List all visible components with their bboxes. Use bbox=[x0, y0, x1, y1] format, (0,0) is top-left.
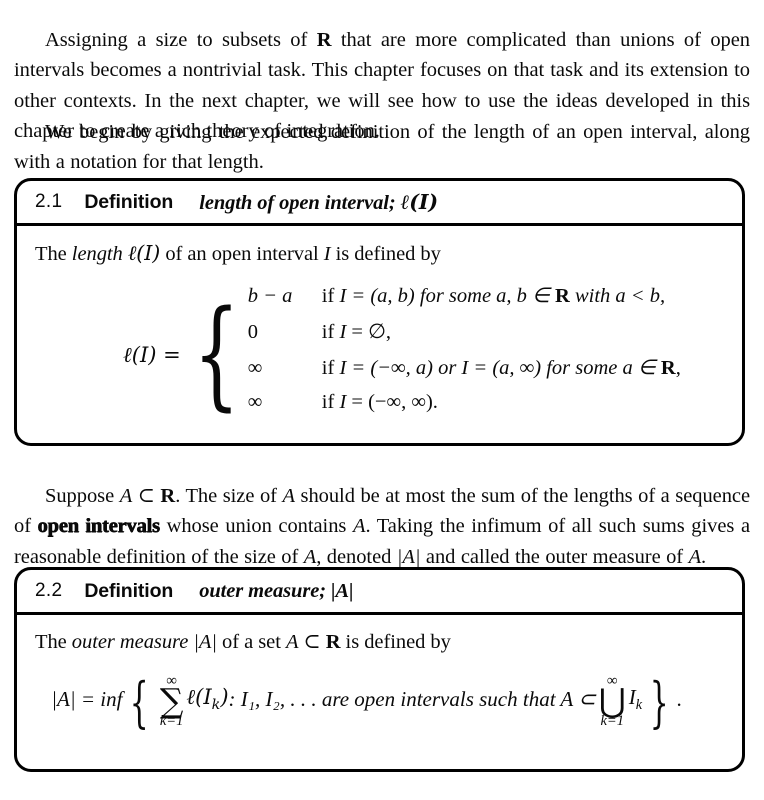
lead-part1: The bbox=[35, 243, 72, 265]
paragraph-we-begin: We begin by giving the expected definiti… bbox=[14, 117, 750, 178]
lead-variable-A: A bbox=[285, 631, 299, 653]
summand-text: ℓ(I bbox=[186, 685, 212, 710]
lead-symbol-abs-A: |A| bbox=[193, 631, 217, 653]
definition-title-symbol: |A| bbox=[331, 579, 354, 602]
definition-title-text: length of open interval; bbox=[199, 191, 401, 214]
piecewise-case: b − a if I = (a, b) for some a, b ∈ R wi… bbox=[248, 283, 681, 319]
symbol-set-A: A bbox=[352, 515, 366, 537]
symbol-set-A: A bbox=[303, 545, 317, 568]
case-condition-if: if bbox=[321, 391, 340, 413]
sigma-icon: ∑ bbox=[159, 681, 184, 720]
definition-title-text: outer measure; bbox=[199, 579, 331, 602]
case-condition-body: = ∅, bbox=[346, 321, 392, 343]
case-condition-body: = (a, b) for some a, b ∈ bbox=[346, 285, 556, 307]
lead-emphasis: outer measure bbox=[71, 631, 194, 653]
piecewise-case: ∞ if I = (−∞, a) or I = (a, ∞) for some … bbox=[248, 355, 681, 391]
lead-part2: of an open interval bbox=[160, 243, 324, 265]
piecewise-case: 0 if I = ∅, bbox=[248, 319, 681, 355]
textbook-page: Assigning a size to subsets of R that ar… bbox=[0, 0, 764, 800]
case-condition: if I = (a, b) for some a, b ∈ R with a <… bbox=[322, 283, 665, 308]
formula-middle-text: : I₁, I₂, . . . are open intervals such … bbox=[228, 687, 596, 711]
paragraph-suppose: Suppose A ⊂ R. The size of A should be a… bbox=[14, 481, 750, 573]
definition-title: outer measure; |A| bbox=[199, 580, 353, 603]
formula-period: . bbox=[676, 687, 682, 711]
case-condition-tail: with a < b, bbox=[569, 285, 666, 307]
symbol-set-A: A bbox=[282, 484, 295, 507]
lead-part1: The bbox=[35, 631, 72, 653]
lead-part3: is defined by bbox=[330, 243, 441, 265]
definition-body-2-2: The outer measure |A| of a set A ⊂ R is … bbox=[17, 615, 742, 734]
definition-box-2-2: 2.2 Definition outer measure; |A| The ou… bbox=[14, 567, 745, 772]
piecewise-formula: ℓ(I) = { b − a if I = (a, b) for some a,… bbox=[35, 283, 724, 427]
symbol-set-A: A bbox=[688, 545, 702, 568]
case-condition-body: = (−∞, ∞). bbox=[346, 391, 438, 413]
case-condition: if I = (−∞, ∞). bbox=[322, 391, 438, 414]
case-condition-R: R bbox=[555, 285, 570, 307]
union-lower-limit: k=1 bbox=[600, 713, 624, 729]
suppose-part1: Suppose bbox=[45, 484, 120, 507]
case-value: ∞ bbox=[247, 357, 263, 379]
definition-title-symbol: ℓ(I) bbox=[400, 189, 438, 214]
symbol-set-A: A bbox=[119, 484, 133, 507]
case-value: b − a bbox=[247, 285, 293, 307]
intro-text-part1: Assigning a size to subsets of bbox=[45, 28, 317, 51]
definition-keyword: Definition bbox=[84, 579, 174, 602]
lead-part4: is defined by bbox=[340, 631, 451, 653]
case-condition-if: if bbox=[321, 285, 340, 307]
piecewise-case: ∞ if I = (−∞, ∞). bbox=[248, 391, 681, 427]
union-icon: ⋃ bbox=[598, 681, 626, 720]
summand-ell: ℓ(Ik) bbox=[186, 685, 228, 713]
case-condition-body: = (−∞, a) or I = (a, ∞) for some a ∈ bbox=[346, 357, 661, 379]
case-condition: if I = (−∞, a) or I = (a, ∞) for some a … bbox=[322, 355, 681, 380]
lead-subset-sign: ⊂ bbox=[298, 631, 326, 653]
piecewise-lhs: ℓ(I) = bbox=[123, 342, 181, 367]
symbol-outer-measure-A: |A| bbox=[396, 545, 421, 568]
emphasis-open-intervals: open intervals bbox=[37, 515, 161, 537]
suppose-subset-sign: ⊂ bbox=[132, 484, 161, 507]
suppose-part7: , denoted bbox=[316, 545, 397, 568]
piecewise-left-brace: { bbox=[192, 283, 240, 422]
outer-measure-formula: |A| = inf { ∞ ∑ k=1 ℓ(Ik) : I₁, I₂, . . … bbox=[51, 670, 682, 734]
suppose-part3: . The size of bbox=[175, 484, 283, 507]
lead-variable-I: I bbox=[323, 243, 331, 265]
begin-text: We begin by giving the expected definiti… bbox=[14, 120, 750, 174]
definition-lead-line: The outer measure |A| of a set A ⊂ R is … bbox=[35, 628, 724, 657]
symbol-real-numbers: R bbox=[160, 484, 176, 507]
definition-keyword: Definition bbox=[84, 190, 174, 213]
summand-subscript: k bbox=[211, 697, 221, 714]
union-term: Ik bbox=[629, 685, 642, 714]
lead-part2: of a set bbox=[216, 631, 286, 653]
piecewise-case-list: b − a if I = (a, b) for some a, b ∈ R wi… bbox=[248, 283, 681, 427]
case-value: ∞ bbox=[247, 391, 263, 413]
definition-lead-line: The length ℓ(I) of an open interval I is… bbox=[35, 239, 724, 269]
case-condition: if I = ∅, bbox=[322, 319, 391, 344]
lead-symbol-ell-of-I: ℓ(I) bbox=[127, 241, 161, 265]
lead-symbol-R: R bbox=[325, 631, 341, 653]
definition-box-2-1: 2.1 Definition length of open interval; … bbox=[14, 178, 745, 446]
suppose-part9: . bbox=[701, 545, 707, 568]
case-value: 0 bbox=[247, 321, 259, 343]
case-condition-if: if bbox=[321, 321, 340, 343]
suppose-part5: whose union contains bbox=[159, 515, 353, 537]
union-term-subscript: k bbox=[635, 697, 643, 714]
definition-header-2-1: 2.1 Definition length of open interval; … bbox=[17, 181, 742, 226]
case-condition-if: if bbox=[321, 357, 340, 379]
symbol-real-numbers: R bbox=[316, 28, 332, 51]
summation-operator: ∞ ∑ k=1 bbox=[159, 674, 184, 729]
definition-title: length of open interval; ℓ(I) bbox=[199, 190, 438, 215]
union-operator: ∞ ⋃ k=1 bbox=[598, 674, 626, 729]
formula-lhs-inf: |A| = inf bbox=[51, 687, 123, 711]
case-condition-tail: , bbox=[675, 357, 681, 379]
union-term-text: I bbox=[628, 684, 636, 709]
case-condition-R: R bbox=[660, 357, 676, 379]
lead-emphasis: length bbox=[71, 243, 128, 265]
suppose-part8: and called the outer measure of bbox=[420, 545, 689, 568]
sum-lower-limit: k=1 bbox=[159, 713, 184, 729]
definition-number: 2.1 bbox=[35, 191, 63, 212]
definition-number: 2.2 bbox=[35, 580, 63, 601]
definition-header-2-2: 2.2 Definition outer measure; |A| bbox=[17, 570, 742, 615]
definition-body-2-1: The length ℓ(I) of an open interval I is… bbox=[17, 226, 742, 427]
summand-close-paren: ) bbox=[220, 685, 229, 710]
